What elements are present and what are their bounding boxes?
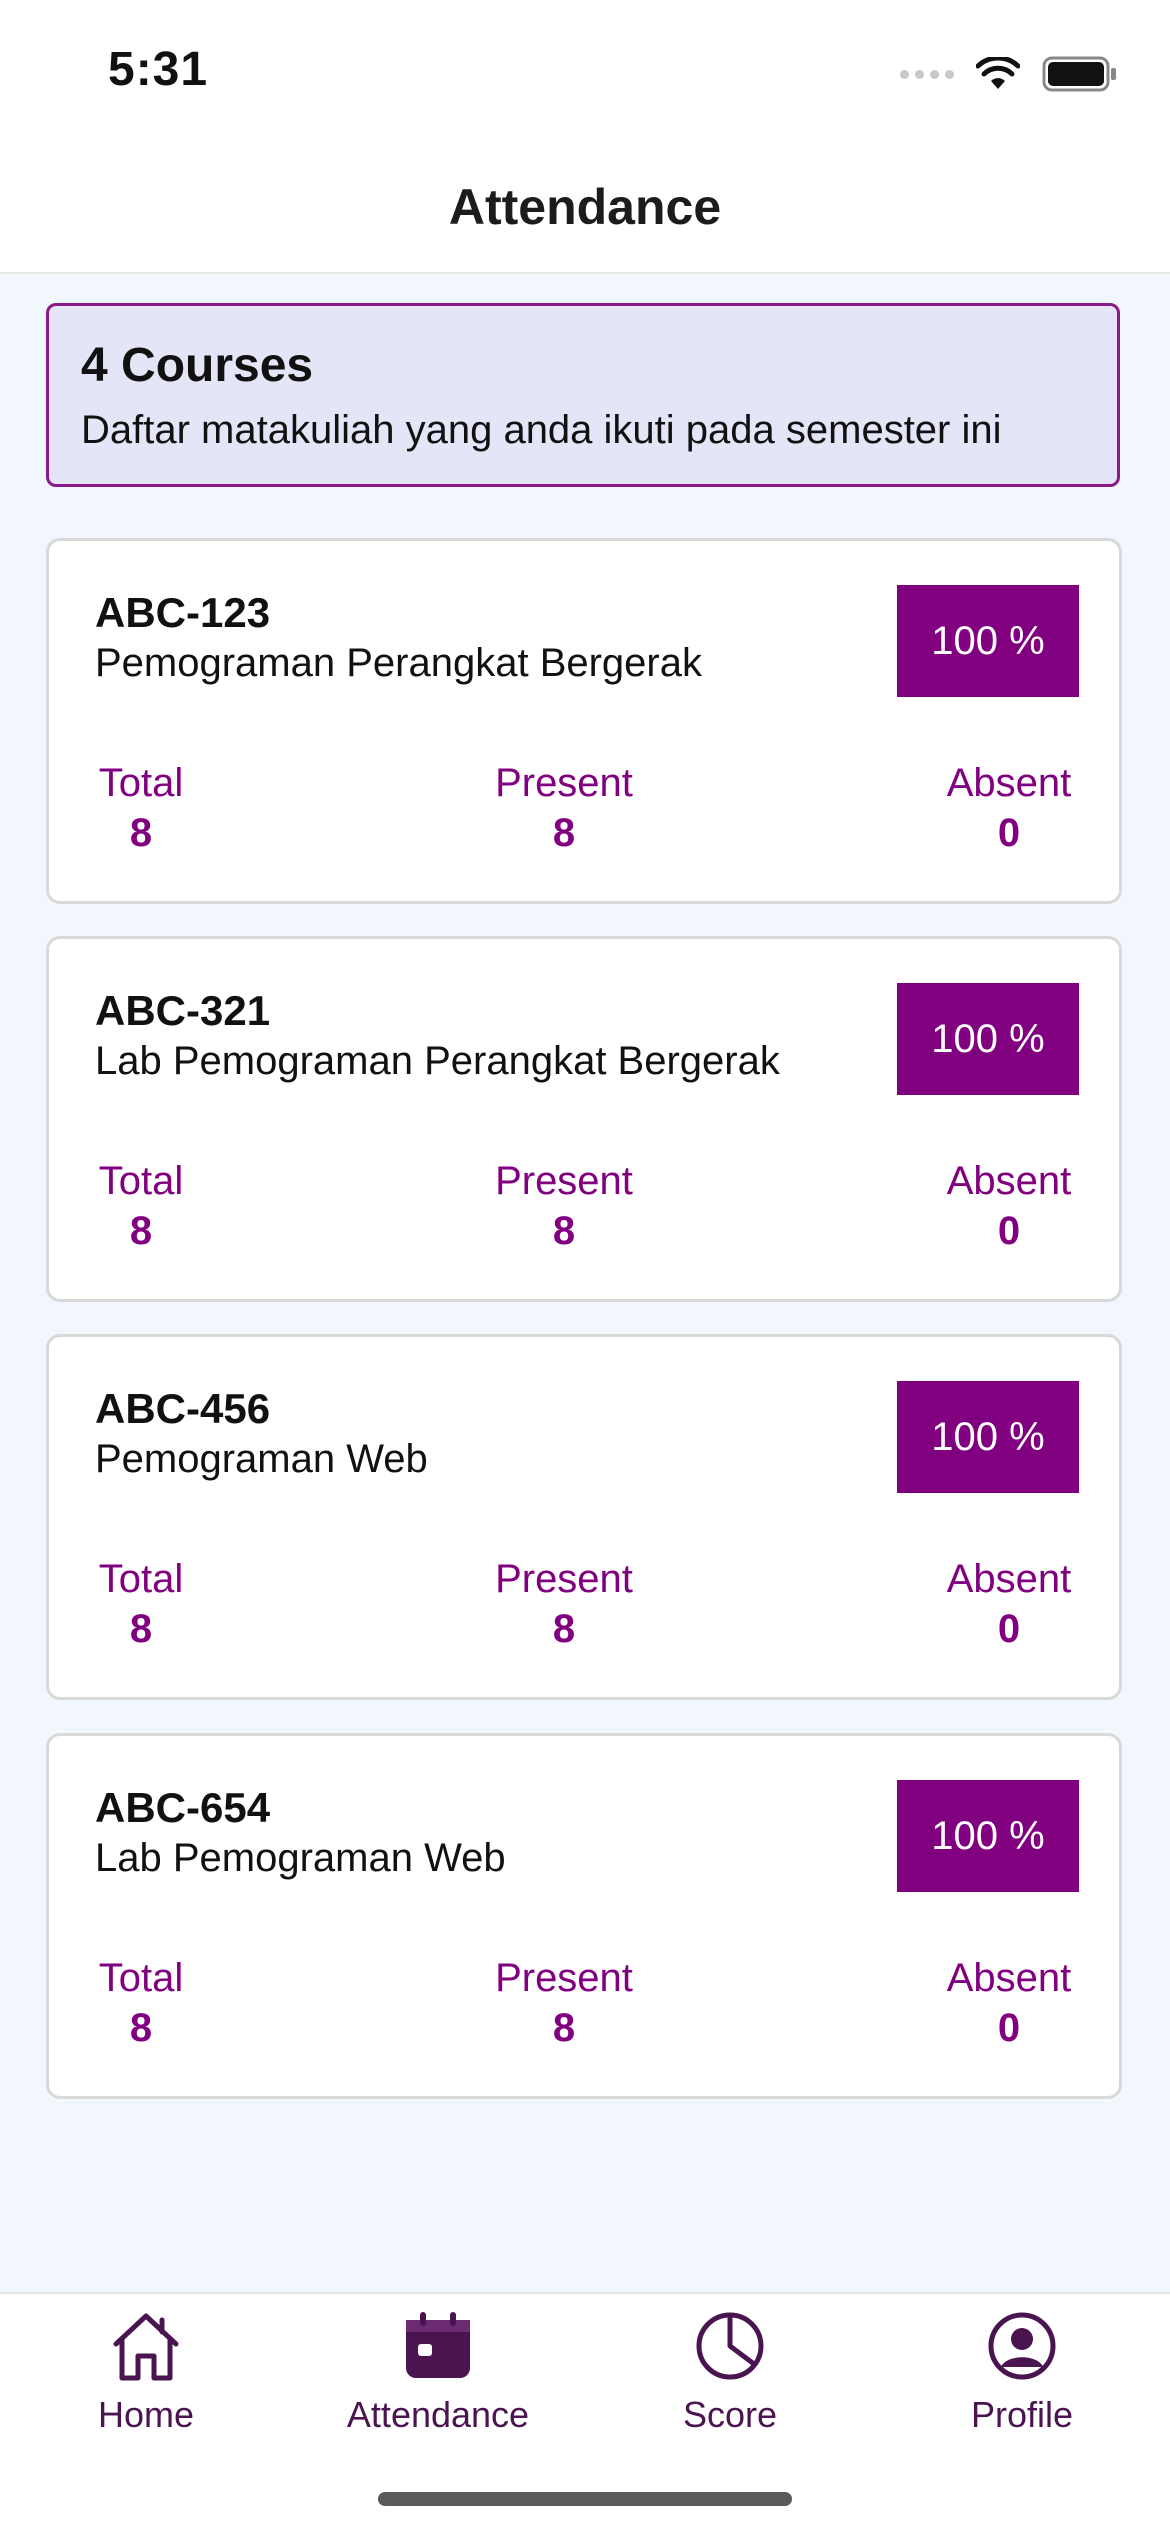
stat-absent-label: Absent [946,1557,1072,1601]
status-icons [900,54,1118,94]
stat-absent-label: Absent [946,761,1072,805]
stat-absent: Absent 0 [941,1555,1077,1655]
course-card[interactable]: ABC-654 Lab Pemograman Web 100 % Total 8… [46,1733,1122,2099]
stat-absent: Absent 0 [941,1157,1077,1257]
stat-present-label: Present [495,1956,633,2000]
stat-absent-value: 0 [997,1607,1021,1651]
tab-attendance-label: Attendance [346,2394,530,2435]
stat-present-label: Present [495,761,633,805]
course-name: Pemograman Perangkat Bergerak [95,641,702,685]
stat-total: Total 8 [95,1954,187,2054]
attendance-percent-badge: 100 % [897,1780,1079,1892]
tab-score[interactable]: Score [584,2294,876,2464]
stat-present: Present 8 [489,759,639,859]
stat-present-label: Present [495,1557,633,1601]
course-code: ABC-456 [95,1385,271,1432]
course-card[interactable]: ABC-321 Lab Pemograman Perangkat Bergera… [46,936,1122,1302]
wifi-icon [976,57,1020,89]
stat-present-value: 8 [552,1607,576,1651]
stat-total-label: Total [98,1956,184,2000]
stat-present-value: 8 [552,811,576,855]
course-code: ABC-123 [95,589,271,636]
stat-absent-value: 0 [997,811,1021,855]
stat-total-label: Total [98,761,184,805]
attendance-percent-badge: 100 % [897,585,1079,697]
tab-home[interactable]: Home [0,2294,292,2464]
stat-present-value: 8 [552,2006,576,2050]
calendar-icon [402,2308,474,2384]
cellular-signal-icon [900,69,954,79]
battery-icon [1042,56,1116,92]
stat-absent: Absent 0 [941,1954,1077,2054]
stat-present: Present 8 [489,1157,639,1257]
stat-total-value: 8 [129,2006,153,2050]
home-icon [108,2308,184,2384]
course-name: Pemograman Web [95,1437,428,1481]
courses-count: 4 Courses [81,339,314,392]
tab-score-label: Score [682,2394,778,2435]
pie-chart-icon [694,2308,766,2384]
stat-absent-value: 0 [997,2006,1021,2050]
tab-home-label: Home [97,2394,195,2435]
stat-total: Total 8 [95,1157,187,1257]
home-indicator[interactable] [378,2492,792,2506]
stat-total-label: Total [98,1159,184,1203]
stat-total-value: 8 [129,1607,153,1651]
stat-total-label: Total [98,1557,184,1601]
stat-total-value: 8 [129,811,153,855]
stat-total-value: 8 [129,1209,153,1253]
course-name: Lab Pemograman Perangkat Bergerak [95,1039,780,1083]
stat-present: Present 8 [489,1555,639,1655]
stat-present-value: 8 [552,1209,576,1253]
courses-description: Daftar matakuliah yang anda ikuti pada s… [81,408,1002,452]
stat-absent-label: Absent [946,1956,1072,2000]
status-time: 5:31 [108,43,209,96]
stat-total: Total 8 [95,759,187,859]
attendance-percent-badge: 100 % [897,983,1079,1095]
stat-present: Present 8 [489,1954,639,2054]
attendance-percent-badge: 100 % [897,1381,1079,1493]
stat-present-label: Present [495,1159,633,1203]
tab-profile-label: Profile [970,2394,1074,2435]
stat-total: Total 8 [95,1555,187,1655]
page-title: Attendance [448,179,722,235]
tab-attendance[interactable]: Attendance [292,2294,584,2464]
course-name: Lab Pemograman Web [95,1836,506,1880]
course-code: ABC-654 [95,1784,271,1831]
stat-absent: Absent 0 [941,759,1077,859]
course-code: ABC-321 [95,987,271,1034]
tab-profile[interactable]: Profile [876,2294,1168,2464]
course-card[interactable]: ABC-123 Pemograman Perangkat Bergerak 10… [46,538,1122,904]
courses-summary-banner: 4 Courses Daftar matakuliah yang anda ik… [46,303,1120,487]
top-bar: 5:31 Attendance [0,0,1170,274]
profile-icon [986,2308,1058,2384]
stat-absent-value: 0 [997,1209,1021,1253]
course-card[interactable]: ABC-456 Pemograman Web 100 % Total 8 Pre… [46,1334,1122,1700]
stat-absent-label: Absent [946,1159,1072,1203]
